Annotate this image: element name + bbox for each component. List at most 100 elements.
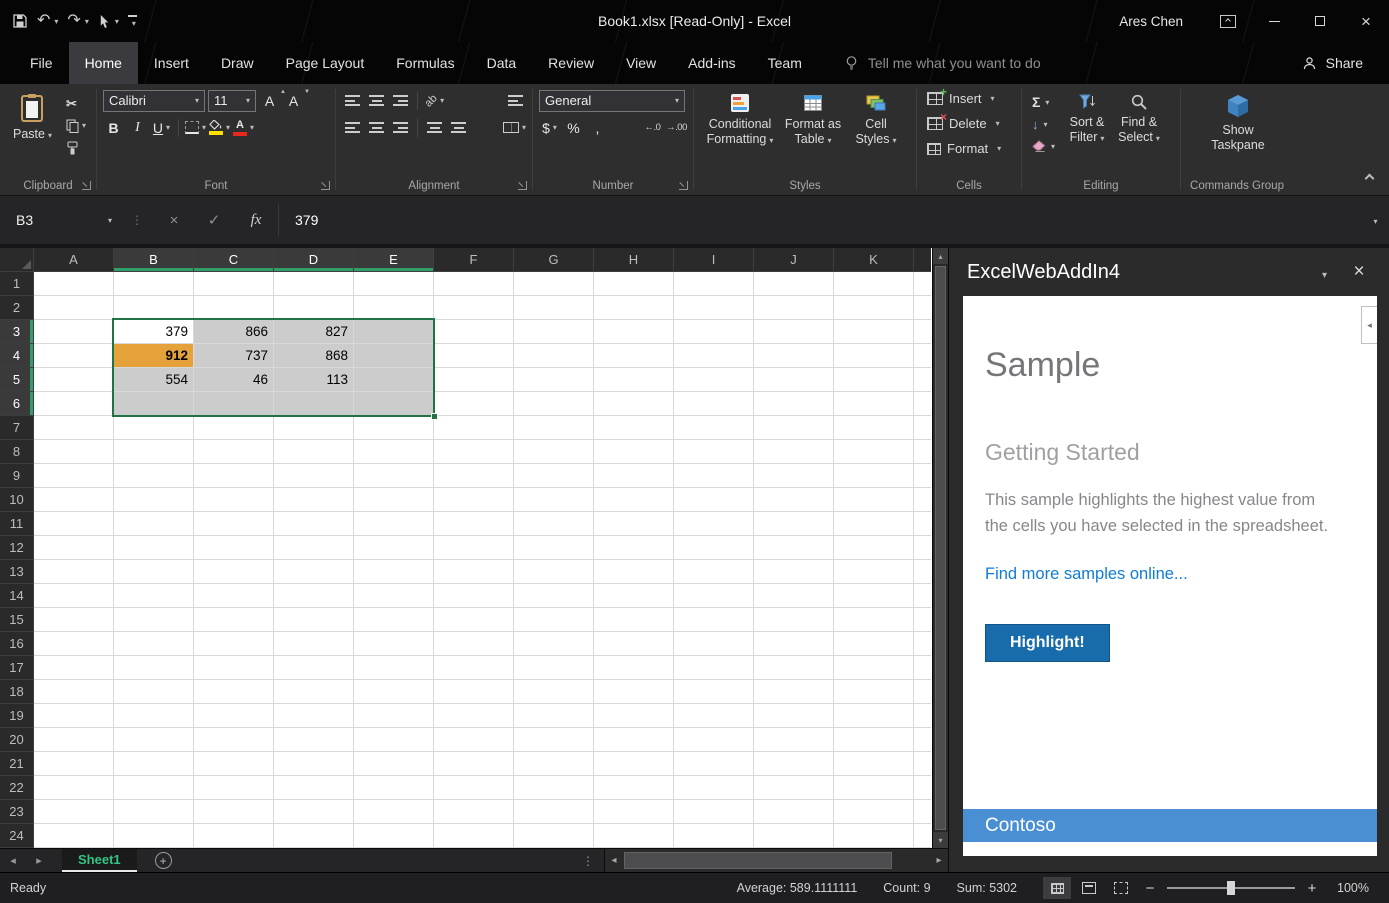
- wrap-text-button[interactable]: [505, 90, 526, 112]
- cell-A7[interactable]: [34, 416, 114, 440]
- row-header-12[interactable]: 12: [0, 536, 34, 560]
- cell-K2[interactable]: [834, 296, 914, 320]
- conditional-formatting-button[interactable]: Conditional Formatting: [702, 90, 778, 178]
- cell-J17[interactable]: [754, 656, 834, 680]
- scroll-left-button[interactable]: ◂: [605, 855, 623, 866]
- insert-function-button[interactable]: fx: [234, 212, 278, 229]
- clipboard-dialog-launcher[interactable]: [82, 181, 91, 190]
- cell-J14[interactable]: [754, 584, 834, 608]
- cell-B21[interactable]: [114, 752, 194, 776]
- redo-button[interactable]: ↷: [67, 13, 88, 29]
- row-header-22[interactable]: 22: [0, 776, 34, 800]
- row-header-21[interactable]: 21: [0, 752, 34, 776]
- cell-J8[interactable]: [754, 440, 834, 464]
- cell-B10[interactable]: [114, 488, 194, 512]
- cell-E15[interactable]: [354, 608, 434, 632]
- cell-F22[interactable]: [434, 776, 514, 800]
- cell-F14[interactable]: [434, 584, 514, 608]
- row-header-13[interactable]: 13: [0, 560, 34, 584]
- cell-E7[interactable]: [354, 416, 434, 440]
- row-header-24[interactable]: 24: [0, 824, 34, 848]
- cell-I5[interactable]: [674, 368, 754, 392]
- cell-F21[interactable]: [434, 752, 514, 776]
- column-header-K[interactable]: K: [834, 248, 914, 272]
- font-size-combo[interactable]: 11: [208, 90, 256, 112]
- tab-draw[interactable]: Draw: [205, 42, 270, 84]
- find-select-button[interactable]: Find & Select: [1113, 90, 1165, 178]
- underline-button[interactable]: U: [151, 117, 172, 139]
- cell-E22[interactable]: [354, 776, 434, 800]
- cell-E3[interactable]: [354, 320, 434, 344]
- cell-J5[interactable]: [754, 368, 834, 392]
- cell-D16[interactable]: [274, 632, 354, 656]
- cell-G1[interactable]: [514, 272, 594, 296]
- cell-G4[interactable]: [514, 344, 594, 368]
- format-painter-button[interactable]: [66, 138, 86, 157]
- cell-D12[interactable]: [274, 536, 354, 560]
- cell-K12[interactable]: [834, 536, 914, 560]
- cell-J13[interactable]: [754, 560, 834, 584]
- cell-D6[interactable]: [274, 392, 354, 416]
- decrease-indent-button[interactable]: [424, 117, 445, 139]
- column-header-E[interactable]: E: [354, 248, 434, 272]
- cell-I3[interactable]: [674, 320, 754, 344]
- cell-J15[interactable]: [754, 608, 834, 632]
- cell-H8[interactable]: [594, 440, 674, 464]
- cell-D10[interactable]: [274, 488, 354, 512]
- cell-K24[interactable]: [834, 824, 914, 848]
- cell-I8[interactable]: [674, 440, 754, 464]
- cell-A22[interactable]: [34, 776, 114, 800]
- cell-D19[interactable]: [274, 704, 354, 728]
- tab-team[interactable]: Team: [752, 42, 818, 84]
- cell-G3[interactable]: [514, 320, 594, 344]
- format-cells-button[interactable]: Format: [923, 136, 1015, 161]
- horizontal-scroll-thumb[interactable]: [624, 852, 892, 869]
- cell-C23[interactable]: [194, 800, 274, 824]
- cell-F3[interactable]: [434, 320, 514, 344]
- column-header-I[interactable]: I: [674, 248, 754, 272]
- insert-cells-button[interactable]: + Insert: [923, 86, 1015, 111]
- paste-button[interactable]: Paste: [8, 90, 57, 178]
- cell-J16[interactable]: [754, 632, 834, 656]
- cell-D15[interactable]: [274, 608, 354, 632]
- cell-A3[interactable]: [34, 320, 114, 344]
- row-header-17[interactable]: 17: [0, 656, 34, 680]
- undo-button[interactable]: ↶: [37, 13, 58, 29]
- cell-B19[interactable]: [114, 704, 194, 728]
- cell-J19[interactable]: [754, 704, 834, 728]
- cell-C13[interactable]: [194, 560, 274, 584]
- cell-F20[interactable]: [434, 728, 514, 752]
- cell-B16[interactable]: [114, 632, 194, 656]
- cell-K15[interactable]: [834, 608, 914, 632]
- cell-J9[interactable]: [754, 464, 834, 488]
- column-header-D[interactable]: D: [274, 248, 354, 272]
- cell-E18[interactable]: [354, 680, 434, 704]
- zoom-level[interactable]: 100%: [1337, 881, 1369, 895]
- cell-C21[interactable]: [194, 752, 274, 776]
- cell-G12[interactable]: [514, 536, 594, 560]
- cell-K18[interactable]: [834, 680, 914, 704]
- borders-button[interactable]: [185, 117, 206, 139]
- number-dialog-launcher[interactable]: [679, 181, 688, 190]
- cell-H4[interactable]: [594, 344, 674, 368]
- cell-E2[interactable]: [354, 296, 434, 320]
- cell-E12[interactable]: [354, 536, 434, 560]
- cell-F2[interactable]: [434, 296, 514, 320]
- cell-C3[interactable]: 866: [194, 320, 274, 344]
- cell-H22[interactable]: [594, 776, 674, 800]
- cell-B14[interactable]: [114, 584, 194, 608]
- cell-B2[interactable]: [114, 296, 194, 320]
- status-count[interactable]: Count: 9: [883, 881, 930, 895]
- cell-B17[interactable]: [114, 656, 194, 680]
- cell-A11[interactable]: [34, 512, 114, 536]
- cell-D4[interactable]: 868: [274, 344, 354, 368]
- cell-B20[interactable]: [114, 728, 194, 752]
- cell-I4[interactable]: [674, 344, 754, 368]
- column-header-C[interactable]: C: [194, 248, 274, 272]
- cell-K17[interactable]: [834, 656, 914, 680]
- row-header-7[interactable]: 7: [0, 416, 34, 440]
- cell-J21[interactable]: [754, 752, 834, 776]
- cell-G7[interactable]: [514, 416, 594, 440]
- cut-button[interactable]: ✂: [66, 94, 86, 113]
- cell-I1[interactable]: [674, 272, 754, 296]
